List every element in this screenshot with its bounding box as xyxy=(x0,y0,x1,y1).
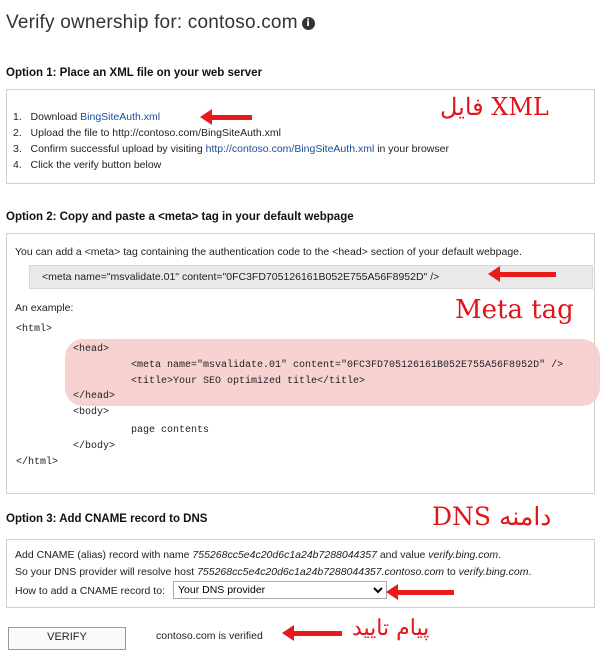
annotation-xml: فایل XML xyxy=(440,93,549,121)
step-1: 1. Download BingSiteAuth.xml xyxy=(13,111,161,123)
annotation-dns: DNS دامنه xyxy=(432,502,552,531)
step-4: 4. Click the verify button below xyxy=(13,159,162,171)
verified-status: contoso.com is verified xyxy=(156,630,263,642)
cname-line-2: So your DNS provider will resolve host 7… xyxy=(15,566,532,578)
howto-label: How to add a CNAME record to: xyxy=(15,585,165,597)
dns-provider-select[interactable]: Your DNS provider xyxy=(173,581,387,599)
option3-box: Add CNAME (alias) record with name 75526… xyxy=(6,539,595,608)
annotation-verified: پیام تایید xyxy=(352,616,430,641)
example-label: An example: xyxy=(15,302,74,314)
option3-title: Option 3: Add CNAME record to DNS xyxy=(6,513,208,525)
cname-line-1: Add CNAME (alias) record with name 75526… xyxy=(15,549,502,561)
meta-tag-field[interactable]: <meta name="msvalidate.01" content="0FC3… xyxy=(29,265,593,289)
cname-host: 755268cc5e4c20d6c1a24b7288044357.contoso… xyxy=(197,566,445,578)
code-head-close: </head> xyxy=(73,391,116,402)
code-html-open: <html> xyxy=(16,324,53,335)
info-icon[interactable]: i xyxy=(301,17,315,30)
cname-value: verify.bing.com xyxy=(428,549,499,561)
arrow-left-icon xyxy=(488,266,556,282)
arrow-left-icon xyxy=(282,625,342,641)
cname-target: verify.bing.com xyxy=(458,566,529,578)
code-meta: <meta name="msvalidate.01" content="0FC3… xyxy=(131,360,564,371)
arrow-left-icon xyxy=(200,109,252,125)
code-body-open: <body> xyxy=(73,407,110,418)
code-body-close: </body> xyxy=(73,441,116,452)
verify-button[interactable]: VERIFY xyxy=(8,627,126,650)
code-contents: page contents xyxy=(131,425,210,436)
option2-intro: You can add a <meta> tag containing the … xyxy=(15,246,522,258)
arrow-left-icon xyxy=(386,584,454,600)
cname-name: 755268cc5e4c20d6c1a24b7288044357 xyxy=(192,549,377,561)
confirm-upload-link[interactable]: http://contoso.com/BingSiteAuth.xml xyxy=(206,143,375,155)
download-xml-link[interactable]: BingSiteAuth.xml xyxy=(80,111,160,123)
annotation-meta: Meta tag xyxy=(455,295,574,325)
step-2: 2. Upload the file to http://contoso.com… xyxy=(13,127,281,139)
option2-title: Option 2: Copy and paste a <meta> tag in… xyxy=(6,211,354,223)
code-head-open: <head> xyxy=(73,344,110,355)
page-title: Verify ownership for: contoso.com i xyxy=(6,12,315,34)
code-html-close: </html> xyxy=(16,457,59,468)
option1-title: Option 1: Place an XML file on your web … xyxy=(6,67,263,79)
code-title: <title>Your SEO optimized title</title> xyxy=(131,376,366,387)
step-3: 3. Confirm successful upload by visiting… xyxy=(13,143,449,155)
page-title-text: Verify ownership for: contoso.com xyxy=(6,12,298,33)
